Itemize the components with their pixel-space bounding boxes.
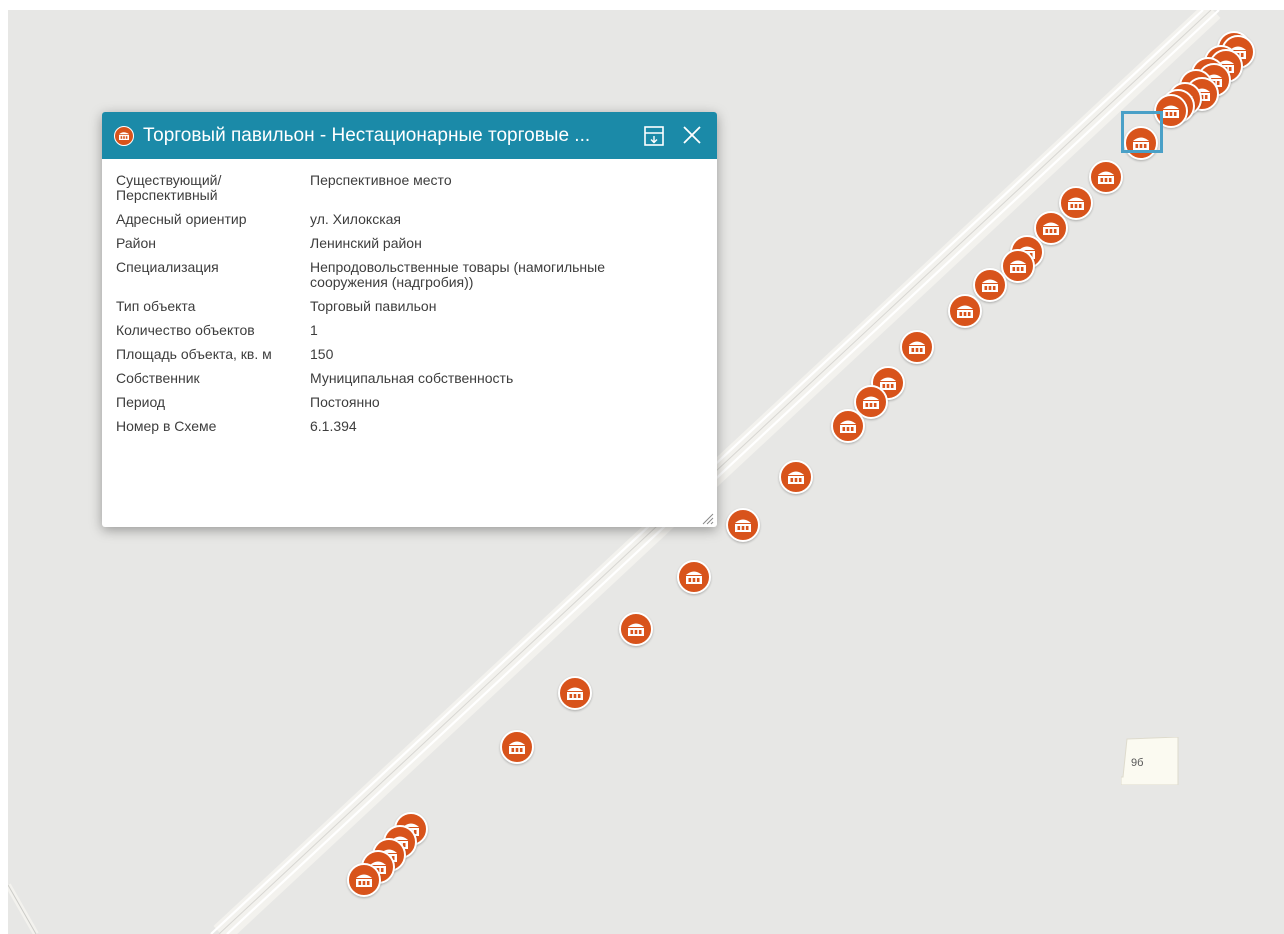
attribute-value: Торговый павильон	[310, 298, 437, 314]
market-pavilion-icon[interactable]	[831, 409, 865, 443]
attribute-key: Площадь объекта, кв. м	[116, 346, 272, 362]
attribute-value: Постоянно	[310, 394, 380, 410]
market-pavilion-icon[interactable]	[779, 460, 813, 494]
attribute-key: Существующий/ Перспективный	[116, 172, 222, 203]
dock-popup-icon[interactable]	[643, 125, 665, 147]
attribute-value: Ленинский район	[310, 235, 422, 251]
attribute-key: Собственник	[116, 370, 200, 386]
market-pavilion-icon[interactable]	[900, 330, 934, 364]
market-pavilion-icon[interactable]	[558, 676, 592, 710]
attribute-value: Перспективное место	[310, 172, 452, 188]
market-pavilion-icon[interactable]	[1001, 249, 1035, 283]
attribute-key: Специализация	[116, 259, 219, 275]
attribute-row: Адресный ориентир ул. Хилокская	[116, 212, 670, 236]
attribute-row: Количество объектов 1	[116, 323, 670, 347]
market-pavilion-icon[interactable]	[619, 612, 653, 646]
attribute-row: Район Ленинский район	[116, 236, 670, 260]
attribute-row: Специализация Непродовольственные товары …	[116, 260, 670, 299]
attribute-key: Номер в Схеме	[116, 418, 217, 434]
attribute-value: 6.1.394	[310, 418, 357, 434]
attribute-row: Номер в Схеме 6.1.394	[116, 419, 670, 443]
close-icon[interactable]	[681, 124, 703, 146]
attribute-key: Количество объектов	[116, 322, 255, 338]
attribute-value: Муниципальная собственность	[310, 370, 514, 386]
selected-feature-highlight	[1121, 111, 1163, 153]
popup-title: Торговый павильон - Нестационарные торго…	[143, 124, 591, 146]
attribute-table: Существующий/ Перспективный Перспективное…	[116, 173, 670, 443]
market-pavilion-icon[interactable]	[677, 560, 711, 594]
attribute-key: Период	[116, 394, 166, 410]
market-pavilion-icon	[114, 125, 134, 146]
attribute-value: 1	[310, 322, 318, 338]
resize-handle-icon[interactable]	[702, 512, 714, 525]
market-pavilion-icon[interactable]	[347, 863, 381, 897]
attribute-key: Тип объекта	[116, 298, 196, 314]
market-pavilion-icon[interactable]	[973, 268, 1007, 302]
market-pavilion-icon[interactable]	[726, 508, 760, 542]
market-pavilion-icon[interactable]	[1089, 160, 1123, 194]
popup-header: Торговый павильон - Нестационарные торго…	[102, 112, 717, 159]
market-pavilion-icon[interactable]	[1059, 186, 1093, 220]
attribute-row: Период Постоянно	[116, 395, 670, 419]
feature-info-popup: Торговый павильон - Нестационарные торго…	[102, 112, 717, 527]
attribute-row: Площадь объекта, кв. м 150	[116, 347, 670, 371]
market-pavilion-icon[interactable]	[500, 730, 534, 764]
attribute-row: Собственник Муниципальная собственность	[116, 371, 670, 395]
attribute-value: 150	[310, 346, 334, 362]
attribute-key: Район	[116, 235, 156, 251]
attribute-value: Непродовольственные товары (намогильные …	[310, 259, 606, 290]
attribute-row: Существующий/ Перспективный Перспективное…	[116, 173, 670, 212]
attribute-row: Тип объекта Торговый павильон	[116, 299, 670, 323]
attribute-key: Адресный ориентир	[116, 211, 247, 227]
market-pavilion-icon[interactable]	[948, 294, 982, 328]
building-footprint: 9б	[1120, 736, 1179, 786]
attribute-value: ул. Хилокская	[310, 211, 401, 227]
building-number-label: 9б	[1131, 757, 1144, 769]
